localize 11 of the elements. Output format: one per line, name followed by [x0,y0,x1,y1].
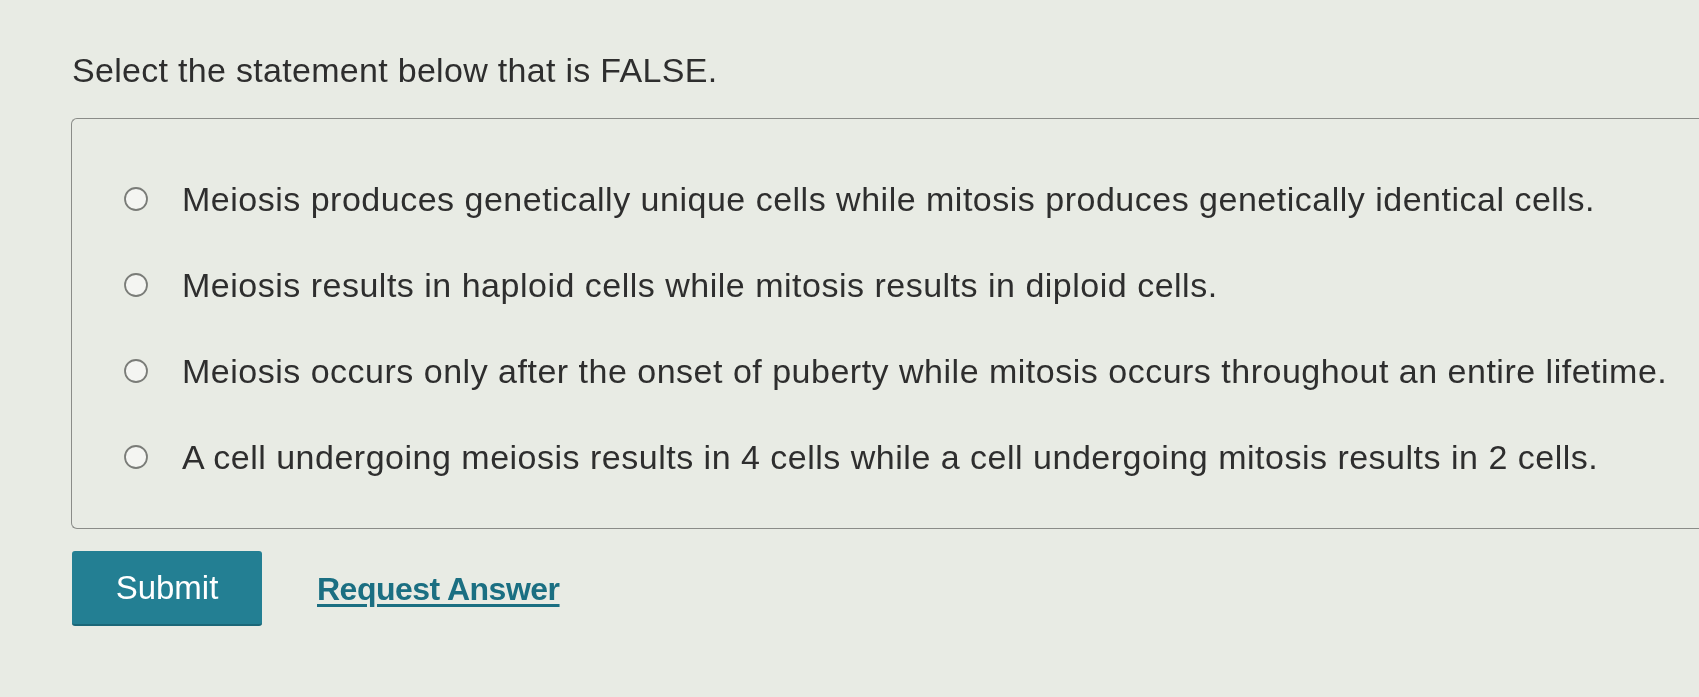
submit-button[interactable]: Submit [72,551,262,626]
radio-button[interactable] [124,187,148,211]
option-label: Meiosis produces genetically unique cells while mitosis produces genetically identical cells. [182,179,1595,219]
option-label: Meiosis occurs only after the onset of puberty while mitosis occurs throughout an entire lifetime. [182,351,1668,391]
option-label: Meiosis results in haploid cells while mitosis results in diploid cells. [182,265,1218,305]
radio-button[interactable] [124,359,148,383]
radio-button[interactable] [124,445,148,469]
question-text: Select the statement below that is FALSE. [72,50,718,90]
radio-button[interactable] [124,273,148,297]
request-answer-link[interactable]: Request Answer [317,564,560,613]
option-label: A cell undergoing meiosis results in 4 cells while a cell undergoing mitosis results in 2 cells. [182,437,1599,477]
